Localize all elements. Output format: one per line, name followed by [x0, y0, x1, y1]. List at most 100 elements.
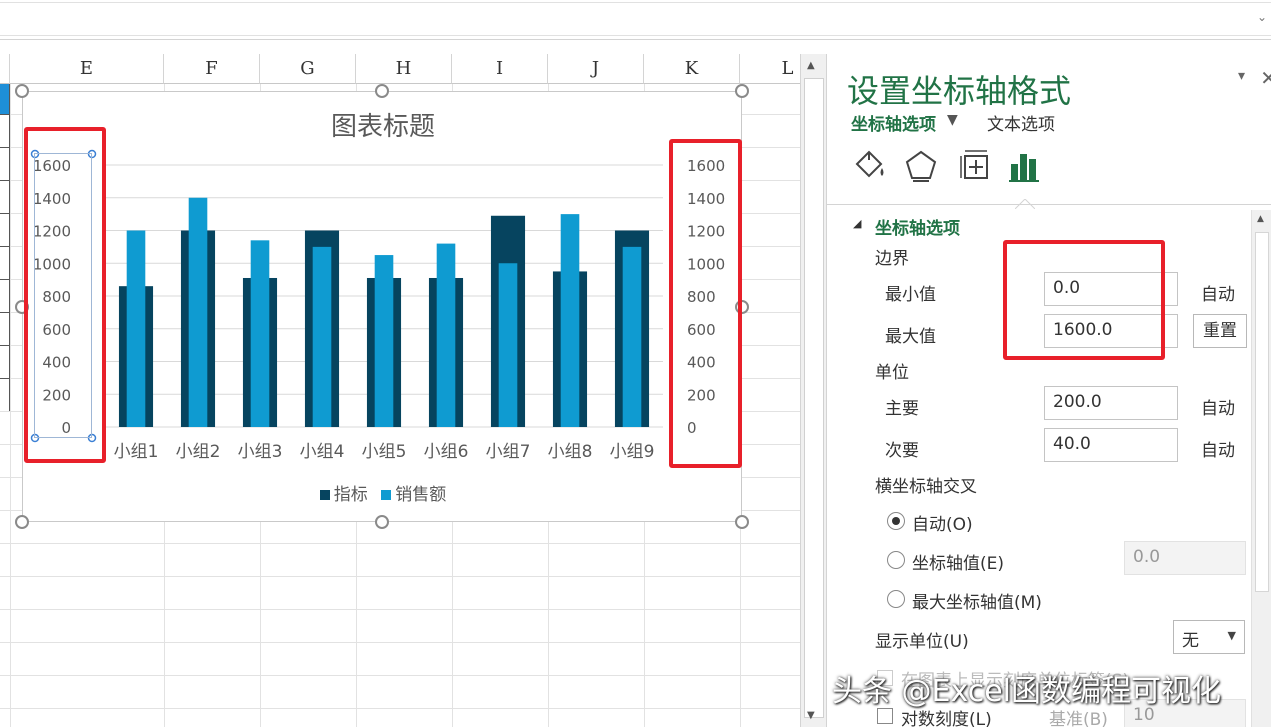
highlight-bounds — [1003, 240, 1165, 360]
bar-sales — [250, 240, 270, 427]
x-tick-label: 小组4 — [300, 442, 345, 462]
major-label: 主要 — [885, 399, 919, 419]
axis-cross-label: 横坐标轴交叉 — [875, 477, 977, 497]
bar-sales — [374, 255, 394, 427]
legend-label: 销售额 — [395, 485, 447, 505]
max-label: 最大值 — [885, 327, 936, 347]
grid-line — [0, 642, 800, 643]
col-header-partial[interactable] — [0, 54, 10, 84]
grid-line — [0, 609, 800, 610]
log-scale-checkbox[interactable] — [877, 708, 893, 724]
legend-swatch — [319, 490, 330, 500]
pane-options-icon[interactable]: ▾ — [1238, 68, 1245, 84]
major-unit-input[interactable]: 200.0 — [1044, 386, 1178, 420]
scroll-up-icon[interactable]: ▲ — [807, 60, 815, 71]
grid-line — [0, 576, 800, 577]
col-header-i[interactable]: I — [452, 54, 548, 84]
radio-cross-auto[interactable] — [887, 512, 905, 530]
bar-sales — [560, 214, 580, 427]
legend-item-sales[interactable]: 销售额 — [381, 485, 446, 505]
grid-line — [0, 543, 800, 544]
radio-selected-dot — [892, 517, 900, 525]
size-properties-icon[interactable] — [955, 146, 995, 186]
x-tick-label: 小组6 — [424, 442, 469, 462]
resize-handle[interactable] — [15, 515, 29, 529]
chart-area[interactable]: 图表标题 小组1 小组2 小组3 小组4 小组5 小组6 小组7 小组8 小组9 0 200 400 6… — [22, 91, 742, 522]
pane-scrollbar[interactable]: ▲ — [1251, 210, 1271, 727]
section-axis-options[interactable]: 坐标轴选项 — [875, 214, 960, 239]
scrollbar-thumb[interactable] — [804, 78, 824, 718]
col-header-l[interactable]: L — [740, 54, 800, 84]
min-label: 最小值 — [885, 285, 936, 305]
x-tick-label: 小组2 — [176, 442, 221, 462]
bar-sales — [126, 230, 146, 427]
units-label: 单位 — [875, 363, 909, 383]
chevron-down-icon[interactable]: ⌄ — [1257, 10, 1267, 24]
x-tick-label: 小组3 — [238, 442, 283, 462]
plot-area[interactable]: 小组1 小组2 小组3 小组4 小组5 小组6 小组7 小组8 小组90200400600800… — [23, 92, 743, 523]
x-tick-label: 小组8 — [548, 442, 593, 462]
legend-item-indicator[interactable]: 指标 — [319, 485, 373, 505]
radio-cross-value[interactable] — [887, 551, 905, 569]
col-header-g[interactable]: G — [260, 54, 356, 84]
pane-divider — [827, 204, 1271, 205]
display-units-value: 无 — [1182, 631, 1199, 651]
x-tick-label: 小组1 — [114, 442, 159, 462]
scrollbar-thumb[interactable] — [1255, 232, 1269, 592]
minor-auto-button[interactable]: 自动 — [1201, 436, 1235, 461]
minor-unit-input[interactable]: 40.0 — [1044, 428, 1178, 462]
col-header-e[interactable]: E — [10, 54, 164, 84]
cell-border — [9, 84, 10, 411]
bar-chart-icon[interactable] — [1005, 146, 1045, 186]
legend-label: 指标 — [333, 485, 368, 505]
display-units-label: 显示单位(U) — [875, 632, 969, 652]
chevron-down-icon[interactable]: ▼ — [947, 112, 958, 128]
bar-sales — [436, 243, 456, 427]
bar-sales — [312, 246, 332, 427]
highlight-left-axis — [24, 127, 106, 463]
grid-line — [0, 675, 800, 676]
bounds-label: 边界 — [875, 249, 909, 269]
format-axis-pane: 设置坐标轴格式 ▾ ✕ 坐标轴选项 ▼ 文本选项 ◢ 坐标轴选项 边界 最小值 … — [826, 54, 1271, 727]
tab-text-options[interactable]: 文本选项 — [987, 110, 1055, 135]
bar-sales — [622, 246, 642, 427]
display-units-select[interactable]: 无 ▼ — [1173, 620, 1245, 654]
bar-sales — [188, 197, 208, 427]
grid-line — [0, 708, 800, 709]
legend-swatch — [381, 490, 392, 500]
cross-value-label[interactable]: 坐标轴值(E) — [912, 549, 1004, 574]
resize-handle[interactable] — [375, 84, 389, 98]
resize-handle[interactable] — [15, 84, 29, 98]
major-auto-button[interactable]: 自动 — [1201, 394, 1235, 419]
scroll-up-icon[interactable]: ▲ — [1257, 214, 1264, 224]
close-icon[interactable]: ✕ — [1260, 66, 1271, 90]
excel-window: ⌄ E F G H I J K L 图表标题 小组1 小组2 小组3 小组4 小… — [0, 0, 1271, 727]
highlight-right-axis — [669, 139, 742, 468]
pentagon-icon[interactable] — [901, 146, 941, 186]
resize-handle[interactable] — [735, 84, 749, 98]
chart-legend[interactable]: 指标 销售额 — [23, 480, 743, 505]
resize-handle[interactable] — [375, 515, 389, 529]
cross-value-input[interactable]: 0.0 — [1124, 541, 1246, 575]
watermark: 头条 @Excel函数编程可视化 — [832, 674, 1222, 709]
col-header-f[interactable]: F — [164, 54, 260, 84]
cross-auto-label[interactable]: 自动(O) — [912, 510, 973, 535]
col-header-k[interactable]: K — [644, 54, 740, 84]
cross-max-label[interactable]: 最大坐标轴值(M) — [912, 588, 1042, 613]
max-reset-button[interactable]: 重置 — [1193, 314, 1247, 348]
radio-cross-max[interactable] — [887, 590, 905, 608]
paint-bucket-icon[interactable] — [849, 146, 889, 186]
vertical-scrollbar[interactable]: ▲ ▼ — [800, 54, 826, 727]
minor-label: 次要 — [885, 441, 919, 461]
tab-axis-options[interactable]: 坐标轴选项 — [851, 110, 936, 135]
resize-handle[interactable] — [735, 515, 749, 529]
min-auto-button[interactable]: 自动 — [1201, 280, 1235, 305]
formula-bar[interactable]: ⌄ — [0, 0, 1271, 40]
collapse-triangle-icon[interactable]: ◢ — [853, 217, 861, 230]
col-header-h[interactable]: H — [356, 54, 452, 84]
col-header-j[interactable]: J — [548, 54, 644, 84]
x-tick-label: 小组9 — [610, 442, 655, 462]
x-tick-label: 小组7 — [486, 442, 531, 462]
formula-input[interactable] — [0, 2, 1271, 36]
scroll-down-icon[interactable]: ▼ — [807, 710, 815, 721]
